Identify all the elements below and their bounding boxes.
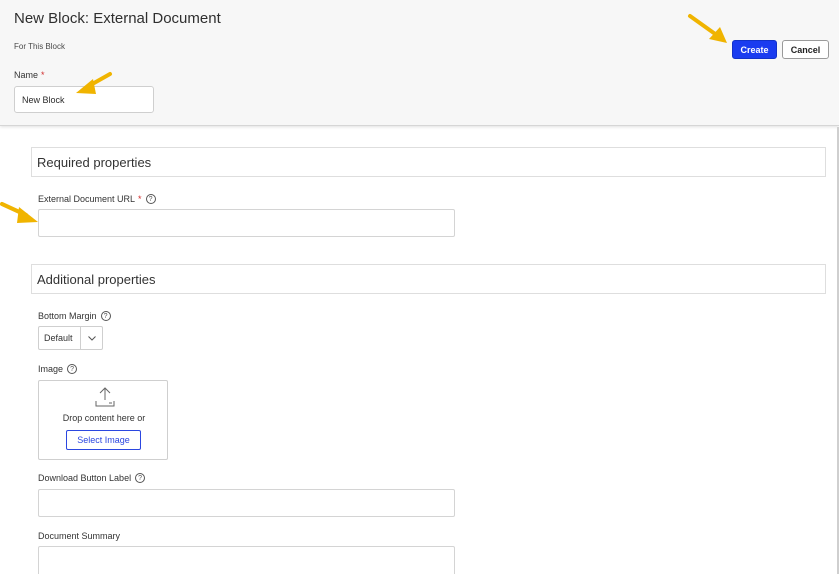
page-title: New Block: External Document (14, 10, 221, 27)
document-summary-label: Document Summary (38, 531, 120, 541)
upload-icon (95, 387, 115, 407)
arrow-icon (688, 14, 727, 43)
select-image-button[interactable]: Select Image (66, 430, 141, 450)
external-url-label-text: External Document URL (38, 194, 136, 204)
document-summary-input[interactable] (38, 546, 455, 574)
bottom-margin-label-text: Bottom Margin (38, 311, 97, 321)
external-url-input[interactable] (38, 209, 455, 237)
bottom-margin-label: Bottom Margin? (38, 311, 111, 321)
image-label-text: Image (38, 364, 64, 374)
name-label-text: Name (14, 70, 39, 80)
help-icon[interactable]: ? (145, 194, 156, 204)
required-asterisk: * (138, 194, 142, 204)
external-url-label: External Document URL *? (38, 194, 156, 204)
additional-properties-header: Additional properties (31, 264, 826, 294)
drop-content-text: Drop content here or (62, 413, 146, 423)
chevron-down-icon[interactable] (80, 327, 102, 349)
name-label: Name * (14, 70, 45, 80)
download-button-label-text: Download Button Label (38, 473, 132, 483)
image-label: Image? (38, 364, 78, 374)
required-properties-header: Required properties (31, 147, 826, 177)
help-icon[interactable]: ? (100, 311, 111, 321)
help-icon[interactable]: ? (67, 364, 78, 374)
bottom-margin-select[interactable]: Default (38, 326, 103, 350)
required-asterisk: * (41, 70, 45, 80)
cancel-button[interactable]: Cancel (782, 40, 829, 59)
create-button[interactable]: Create (732, 40, 777, 59)
block-scope-subtitle: For This Block (14, 42, 65, 51)
download-button-label-input[interactable] (38, 489, 455, 517)
help-icon[interactable]: ? (135, 473, 146, 483)
document-summary-label-text: Document Summary (38, 531, 121, 541)
bottom-margin-value: Default (44, 333, 73, 343)
image-dropzone[interactable]: Drop content here or Select Image (38, 380, 168, 460)
arrow-icon (76, 72, 112, 94)
arrow-icon (0, 202, 38, 223)
download-button-label: Download Button Label? (38, 473, 146, 483)
